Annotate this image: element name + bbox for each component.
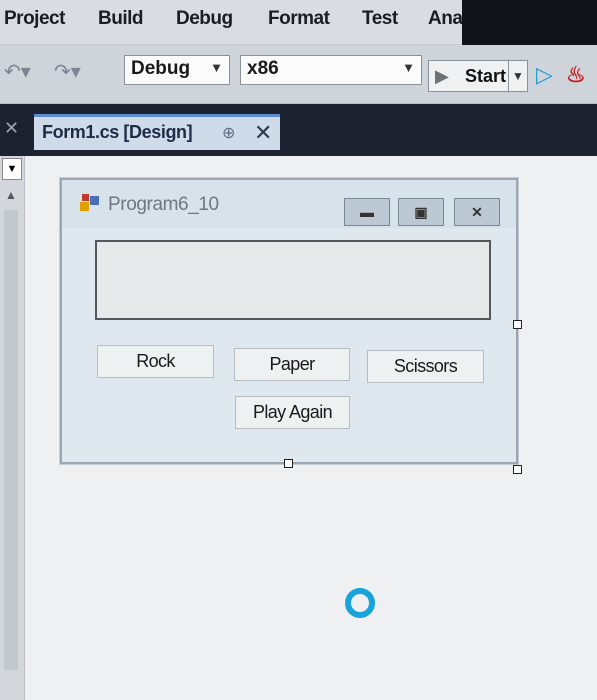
tab-form1-design[interactable]: Form1.cs [Design] ⊕ ✕ (34, 114, 280, 150)
chevron-down-icon[interactable]: ▼ (2, 158, 22, 180)
redo-icon[interactable]: ↷▾ (54, 59, 81, 84)
configuration-select[interactable]: Debug ▼ (124, 55, 230, 85)
minimize-icon[interactable]: ▬ (344, 198, 390, 226)
menu-build[interactable]: Build (98, 8, 144, 30)
close-icon[interactable]: ✕ (254, 120, 272, 146)
platform-value: x86 (247, 58, 279, 79)
play-outline-icon[interactable]: ▷ (536, 62, 553, 88)
result-textbox[interactable] (95, 240, 491, 320)
menu-bar: Project Build Debug Format Test Ana (0, 0, 597, 46)
scissors-button[interactable]: Scissors (367, 350, 484, 383)
rock-button[interactable]: Rock (97, 345, 214, 378)
start-label: Start (465, 66, 507, 86)
form-caption: Program6_10 (108, 194, 219, 215)
menu-test[interactable]: Test (362, 8, 398, 30)
close-icon[interactable]: ✕ (4, 118, 19, 139)
menu-format[interactable]: Format (268, 8, 330, 30)
paper-button[interactable]: Paper (234, 348, 350, 381)
tab-title: Form1.cs [Design] (42, 122, 193, 142)
loading-spinner-icon (345, 588, 375, 618)
platform-select[interactable]: x86 ▼ (240, 55, 422, 85)
scrollbar[interactable] (4, 210, 18, 670)
undo-icon[interactable]: ↶▾ (4, 59, 31, 84)
scroll-up-icon[interactable]: ▲ (5, 188, 17, 202)
start-dropdown[interactable]: ▼ (508, 61, 527, 91)
form-app-icon (80, 194, 100, 212)
close-icon[interactable]: ✕ (454, 198, 500, 226)
menu-project[interactable]: Project (4, 8, 65, 30)
menu-analyze[interactable]: Ana (428, 8, 463, 30)
designer-form[interactable]: Program6_10 ▬ ▣ ✕ Rock Paper Scissors Pl… (60, 178, 518, 464)
resize-handle-right[interactable] (513, 320, 522, 329)
configuration-value: Debug (131, 58, 191, 79)
flame-icon[interactable]: ♨ (566, 62, 586, 88)
maximize-icon[interactable]: ▣ (398, 198, 444, 226)
resize-handle-bottom[interactable] (284, 459, 293, 468)
play-again-button[interactable]: Play Again (235, 396, 350, 429)
menu-debug[interactable]: Debug (176, 8, 233, 30)
toolbox-strip: ▼ ▲ (0, 156, 25, 700)
window-edge (462, 0, 597, 46)
start-button[interactable]: ▶ Start ▼ (428, 60, 528, 92)
resize-handle-corner[interactable] (513, 465, 522, 474)
chevron-down-icon: ▼ (402, 60, 415, 75)
form-title-bar: Program6_10 ▬ ▣ ✕ (62, 180, 516, 228)
play-icon: ▶ (435, 66, 449, 86)
chevron-down-icon: ▼ (210, 60, 223, 75)
pin-icon[interactable]: ⊕ (222, 123, 235, 143)
